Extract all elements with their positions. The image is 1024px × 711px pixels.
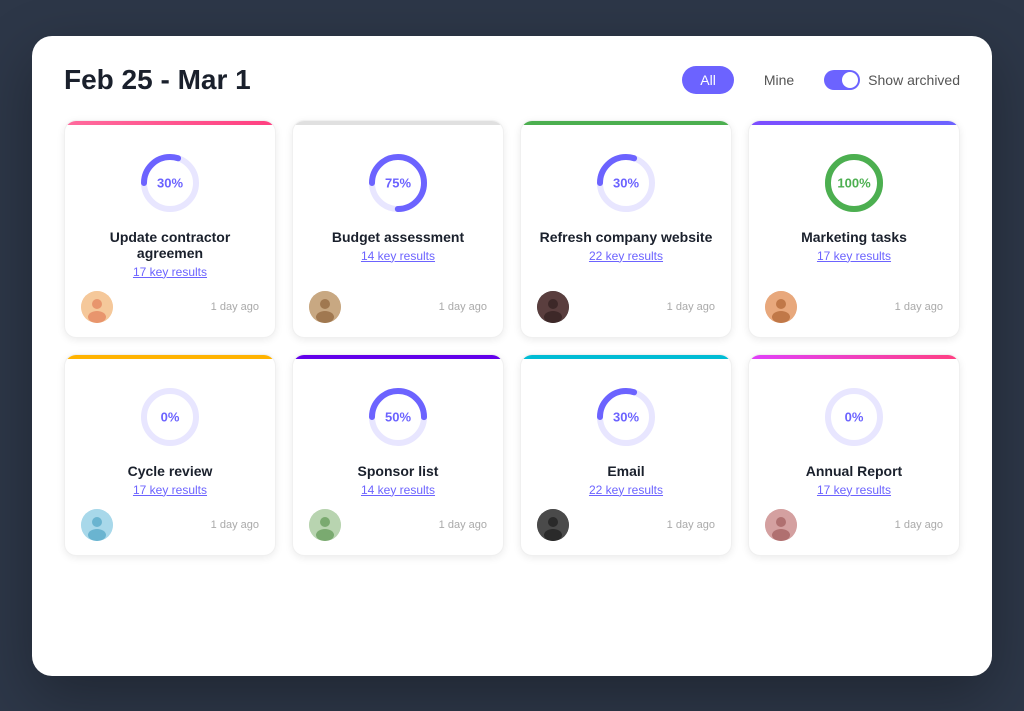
- date-range-title: Feb 25 - Mar 1: [64, 64, 251, 96]
- filter-mine-button[interactable]: Mine: [746, 66, 812, 94]
- card-refresh-company-website[interactable]: 30% Refresh company website 22 key resul…: [520, 120, 732, 338]
- card-title: Email: [607, 463, 644, 479]
- show-archived-control: Show archived: [824, 70, 960, 90]
- card-footer: 1 day ago: [309, 291, 487, 323]
- avatar: [81, 509, 113, 541]
- progress-label: 0%: [161, 409, 180, 424]
- main-container: Feb 25 - Mar 1 All Mine Show archived 30…: [32, 36, 992, 676]
- card-key-results[interactable]: 17 key results: [817, 249, 891, 263]
- card-title: Annual Report: [806, 463, 902, 479]
- avatar: [537, 509, 569, 541]
- progress-ring: 50%: [366, 385, 430, 449]
- avatar: [537, 291, 569, 323]
- progress-ring: 30%: [594, 151, 658, 215]
- card-key-results[interactable]: 17 key results: [133, 483, 207, 497]
- progress-ring: 0%: [138, 385, 202, 449]
- show-archived-toggle[interactable]: [824, 70, 860, 90]
- time-ago: 1 day ago: [667, 301, 715, 313]
- card-footer: 1 day ago: [309, 509, 487, 541]
- card-email[interactable]: 30% Email 22 key results 1 day ago: [520, 354, 732, 556]
- card-footer: 1 day ago: [81, 291, 259, 323]
- card-key-results[interactable]: 17 key results: [133, 265, 207, 279]
- avatar: [765, 509, 797, 541]
- card-footer: 1 day ago: [537, 291, 715, 323]
- card-title: Marketing tasks: [801, 229, 907, 245]
- progress-ring: 0%: [822, 385, 886, 449]
- header-controls: All Mine Show archived: [682, 66, 960, 94]
- show-archived-label: Show archived: [868, 72, 960, 88]
- progress-ring: 30%: [138, 151, 202, 215]
- card-key-results[interactable]: 22 key results: [589, 483, 663, 497]
- card-footer: 1 day ago: [81, 509, 259, 541]
- card-title: Cycle review: [128, 463, 213, 479]
- card-title: Budget assessment: [332, 229, 464, 245]
- progress-label: 100%: [837, 175, 870, 190]
- card-key-results[interactable]: 22 key results: [589, 249, 663, 263]
- card-key-results[interactable]: 14 key results: [361, 249, 435, 263]
- filter-all-button[interactable]: All: [682, 66, 734, 94]
- card-footer: 1 day ago: [765, 509, 943, 541]
- card-annual-report[interactable]: 0% Annual Report 17 key results 1 day ag…: [748, 354, 960, 556]
- progress-label: 75%: [385, 175, 411, 190]
- progress-ring: 100%: [822, 151, 886, 215]
- time-ago: 1 day ago: [211, 519, 259, 531]
- header: Feb 25 - Mar 1 All Mine Show archived: [64, 64, 960, 96]
- time-ago: 1 day ago: [667, 519, 715, 531]
- time-ago: 1 day ago: [895, 301, 943, 313]
- avatar: [81, 291, 113, 323]
- card-cycle-review[interactable]: 0% Cycle review 17 key results 1 day ago: [64, 354, 276, 556]
- card-title: Refresh company website: [540, 229, 713, 245]
- card-sponsor-list[interactable]: 50% Sponsor list 14 key results 1 day ag…: [292, 354, 504, 556]
- progress-ring: 30%: [594, 385, 658, 449]
- time-ago: 1 day ago: [439, 301, 487, 313]
- progress-label: 0%: [845, 409, 864, 424]
- avatar: [309, 291, 341, 323]
- card-footer: 1 day ago: [765, 291, 943, 323]
- progress-ring: 75%: [366, 151, 430, 215]
- card-key-results[interactable]: 17 key results: [817, 483, 891, 497]
- cards-grid: 30% Update contractor agreemen 17 key re…: [64, 120, 960, 556]
- card-key-results[interactable]: 14 key results: [361, 483, 435, 497]
- progress-label: 30%: [613, 409, 639, 424]
- card-footer: 1 day ago: [537, 509, 715, 541]
- progress-label: 30%: [157, 175, 183, 190]
- card-budget-assessment[interactable]: 75% Budget assessment 14 key results 1 d…: [292, 120, 504, 338]
- toggle-knob: [842, 72, 858, 88]
- time-ago: 1 day ago: [895, 519, 943, 531]
- progress-label: 50%: [385, 409, 411, 424]
- time-ago: 1 day ago: [439, 519, 487, 531]
- card-title: Sponsor list: [358, 463, 439, 479]
- card-update-contractor[interactable]: 30% Update contractor agreemen 17 key re…: [64, 120, 276, 338]
- avatar: [309, 509, 341, 541]
- progress-label: 30%: [613, 175, 639, 190]
- avatar: [765, 291, 797, 323]
- card-title: Update contractor agreemen: [81, 229, 259, 261]
- card-marketing-tasks[interactable]: 100% Marketing tasks 17 key results 1 da…: [748, 120, 960, 338]
- time-ago: 1 day ago: [211, 301, 259, 313]
